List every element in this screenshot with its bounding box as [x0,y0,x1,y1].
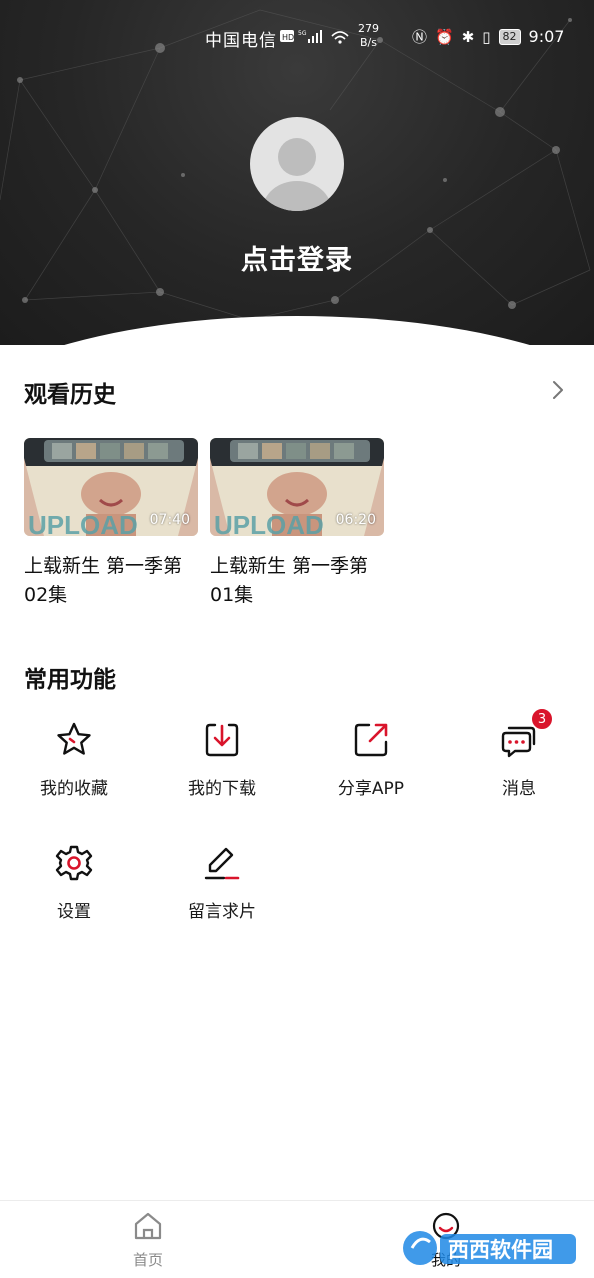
chevron-right-icon[interactable] [548,378,568,402]
network-speed-value: 279 [358,22,379,35]
history-section-title: 观看历史 [24,382,116,408]
downloads-button[interactable]: 我的下载 [167,720,277,799]
video-duration: 07:40 [149,512,190,528]
history-card[interactable]: UPLOAD 07:40 上载新生 第一季第02集 [24,438,198,610]
download-icon [205,723,239,757]
home-icon [134,1212,162,1240]
messages-button[interactable]: 3 消息 [464,708,574,799]
status-icons: Ⓝ ⏰ ✱ ▯ 82 9:07 [412,26,564,47]
request-film-button[interactable]: 留言求片 [167,843,277,922]
request-film-label: 留言求片 [188,902,256,922]
history-card[interactable]: UPLOAD 06:20 上载新生 第一季第01集 [210,438,384,610]
settings-button[interactable]: 设置 [19,843,129,922]
watermark-logo: 西西软件园 [403,1231,576,1265]
video-duration: 06:20 [335,512,376,528]
favorites-label: 我的收藏 [40,779,108,799]
clock: 9:07 [528,27,565,46]
star-icon [57,722,91,755]
profile-header: 中国电信 279 B/s HD 5G Ⓝ ⏰ ✱ ▯ 82 9:07 点击登录 [0,0,594,345]
battery-icon: 82 [498,28,521,45]
functions-section-title: 常用功能 [24,667,116,693]
svg-text:5G: 5G [298,30,307,37]
nav-home-label: 首页 [132,1251,163,1269]
vibrate-icon: ▯ [482,27,491,46]
user-placeholder-icon [263,138,331,211]
gear-icon [55,845,93,881]
nav-home[interactable]: 首页 [108,1211,188,1270]
downloads-label: 我的下载 [188,779,256,799]
svg-text:HD: HD [282,33,294,42]
video-thumbnail: UPLOAD 07:40 [24,438,198,536]
status-bar: 中国电信 279 B/s HD 5G Ⓝ ⏰ ✱ ▯ 82 9:07 [0,20,594,56]
svg-text:UPLOAD: UPLOAD [214,510,324,536]
network-speed-unit: B/s [360,36,377,49]
favorites-button[interactable]: 我的收藏 [19,720,129,799]
alarm-icon: ⏰ [435,27,454,46]
signal-icon: HD 5G [280,30,349,44]
avatar[interactable] [250,117,344,211]
bluetooth-icon: ✱ [461,27,475,46]
settings-label: 设置 [57,902,91,922]
carrier-label: 中国电信 [205,31,277,51]
share-icon [354,723,388,757]
video-thumbnail: UPLOAD 06:20 [210,438,384,536]
edit-icon [204,847,240,880]
login-link[interactable]: 点击登录 [0,238,594,277]
share-app-label: 分享APP [337,779,405,799]
nfc-icon: Ⓝ [412,28,428,46]
watermark-text: 西西软件园 [448,1238,553,1262]
video-title: 上载新生 第一季第02集 [24,555,183,606]
network-speed: 279 B/s [358,22,379,50]
unread-badge: 3 [531,708,553,730]
video-title: 上载新生 第一季第01集 [210,555,369,606]
messages-label: 消息 [502,779,536,799]
svg-text:UPLOAD: UPLOAD [28,510,138,536]
share-app-button[interactable]: 分享APP [316,720,426,799]
